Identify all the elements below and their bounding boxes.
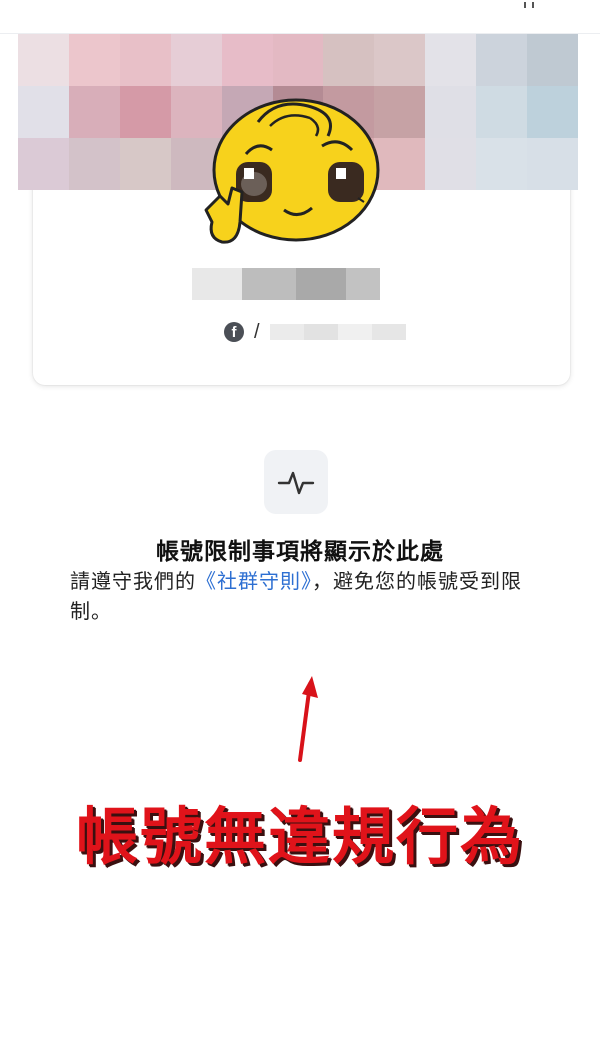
activity-pulse-tile xyxy=(264,450,328,514)
profile-handle-blurred xyxy=(269,324,406,340)
community-standards-link[interactable]: 《社群守則》 xyxy=(196,569,312,593)
handle-separator: / xyxy=(254,320,260,343)
profile-name-blurred xyxy=(192,268,380,300)
activity-pulse-icon xyxy=(277,471,315,495)
profile-link-row[interactable]: f / xyxy=(224,320,406,344)
restrictions-description: 請遵守我們的《社群守則》，避免您的帳號受到限制。 xyxy=(70,566,540,626)
annotation-text: 帳號無違規行為 xyxy=(75,800,524,873)
top-status-strip xyxy=(0,0,600,34)
up-arrow-icon xyxy=(298,676,318,762)
page: f / 帳號限制事項將顯示於此處 請遵守我們的《社群守則》，避免您的帳號受到限制… xyxy=(0,0,600,1050)
restrictions-title: 帳號限制事項將顯示於此處 xyxy=(156,539,444,565)
partial-icon xyxy=(524,2,534,8)
description-text-before: 請遵守我們的 xyxy=(70,569,196,593)
avatar[interactable] xyxy=(198,92,388,262)
facebook-icon: f xyxy=(224,322,244,342)
